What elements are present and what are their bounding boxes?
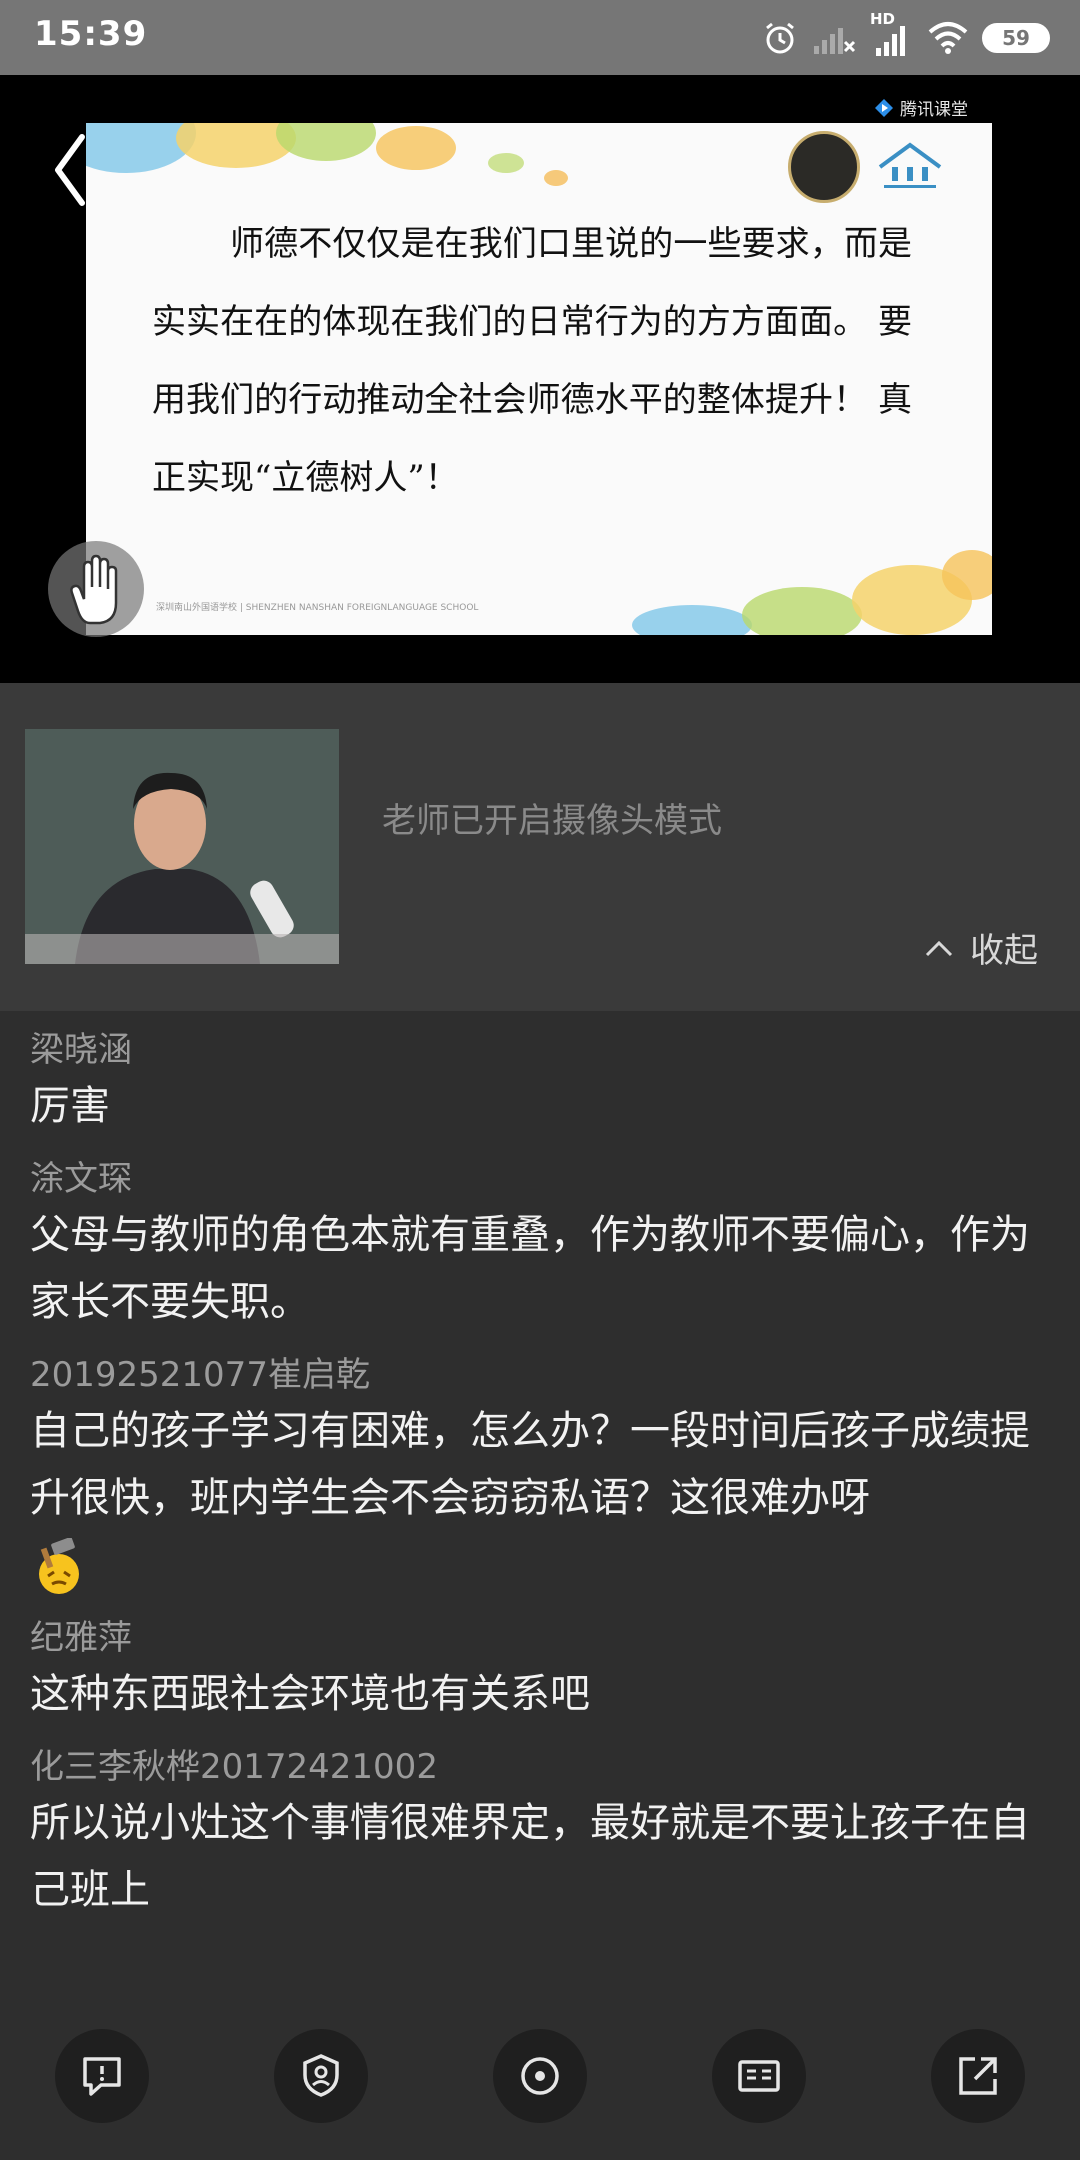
leaf-decoration — [86, 123, 568, 186]
id-card-icon — [738, 2060, 780, 2092]
collapse-label: 收起 — [970, 931, 1038, 971]
school-emblem — [788, 131, 860, 203]
chat-message: 化三李秋桦20172421002 所以说小灶这个事情很难界定，最好就是不要让孩子… — [0, 1744, 1080, 1924]
brand: 腾讯课堂 — [874, 95, 968, 120]
chat-button[interactable] — [55, 2029, 149, 2123]
leaf-decoration-bottom — [632, 550, 992, 635]
signal-empty-icon — [814, 28, 856, 54]
presentation-slide: 师德不仅仅是在我们口里说的一些要求，而是实实在在的体现在我们的日常行为的方方面面… — [86, 123, 992, 635]
message-content: 这种东西跟社会环境也有关系吧 — [30, 1671, 590, 1717]
teacher-camera-video[interactable] — [25, 729, 339, 964]
chevron-up-icon — [925, 940, 953, 956]
message-sender: 化三李秋桦20172421002 — [30, 1747, 438, 1787]
focus-button[interactable] — [493, 2029, 587, 2123]
bottom-toolbar — [0, 2011, 1080, 2160]
status-bar: 15:39 HD 59 — [0, 0, 1080, 75]
school-logo — [878, 142, 942, 188]
battery-level: 59 — [1002, 26, 1030, 50]
chat-message: 纪雅萍 这种东西跟社会环境也有关系吧 — [0, 1615, 1080, 1728]
raise-hand-button[interactable] — [48, 541, 144, 637]
slide-footer: 深圳南山外国语学校 | SHENZHEN NANSHAN FOREIGNLANG… — [156, 603, 479, 613]
message-content: 所以说小灶这个事情很难界定，最好就是不要让孩子在自己班上 — [30, 1800, 1030, 1913]
camera-status-text: 老师已开启摄像头模式 — [382, 801, 722, 841]
chat-message: 20192521077崔启乾 自己的孩子学习有困难，怎么办？一段时间后孩子成绩提… — [0, 1352, 1080, 1599]
alarm-icon — [766, 22, 794, 54]
battery-icon: 59 — [982, 23, 1050, 53]
teacher-video-frame — [25, 729, 339, 964]
camera-panel: 老师已开启摄像头模式 收起 — [0, 683, 1080, 1011]
chat-message: 涂文琛 父母与教师的角色本就有重叠，作为教师不要偏心，作为家长不要失职。 — [0, 1156, 1080, 1336]
message-sender: 涂文琛 — [30, 1159, 132, 1199]
message-text: 自己的孩子学习有困难，怎么办？一段时间后孩子成绩提升很快，班内学生会不会窃窃私语… — [30, 1408, 1030, 1521]
brand-label: 腾讯课堂 — [900, 100, 968, 120]
chat-bubble-icon — [83, 2057, 121, 2096]
wifi-icon — [928, 22, 968, 54]
signal-icon: HD — [870, 10, 914, 56]
share-button[interactable] — [931, 2029, 1025, 2123]
tencent-classroom-logo — [875, 98, 893, 117]
share-icon — [959, 2057, 997, 2095]
message-content: 自己的孩子学习有困难，怎么办？一段时间后孩子成绩提升很快，班内学生会不会窃窃私语… — [30, 1398, 1050, 1599]
message-sender: 纪雅萍 — [30, 1618, 132, 1658]
message-content: 父母与教师的角色本就有重叠，作为教师不要偏心，作为家长不要失职。 — [30, 1212, 1030, 1325]
target-icon — [521, 2057, 559, 2095]
status-icons: HD 59 — [762, 10, 1050, 62]
info-card-button[interactable] — [712, 2029, 806, 2123]
hand-icon — [70, 554, 118, 625]
badge-button[interactable] — [274, 2029, 368, 2123]
status-time: 15:39 — [34, 14, 148, 54]
slide-text: 师德不仅仅是在我们口里说的一些要求，而是实实在在的体现在我们的日常行为的方方面面… — [152, 224, 912, 498]
message-content: 厉害 — [30, 1083, 110, 1129]
chat-list[interactable]: 梁晓涵 厉害 涂文琛 父母与教师的角色本就有重叠，作为教师不要偏心，作为家长不要… — [0, 1011, 1080, 2011]
shield-icon — [303, 2054, 339, 2097]
video-player[interactable]: 师德不仅仅是在我们口里说的一些要求，而是实实在在的体现在我们的日常行为的方方面面… — [0, 75, 1080, 683]
hammer-emoji-icon — [39, 1538, 79, 1594]
chat-message: 梁晓涵 厉害 — [0, 1027, 1080, 1140]
message-sender: 20192521077崔启乾 — [30, 1355, 370, 1395]
collapse-button[interactable]: 收起 — [924, 923, 1038, 972]
message-sender: 梁晓涵 — [30, 1030, 132, 1070]
